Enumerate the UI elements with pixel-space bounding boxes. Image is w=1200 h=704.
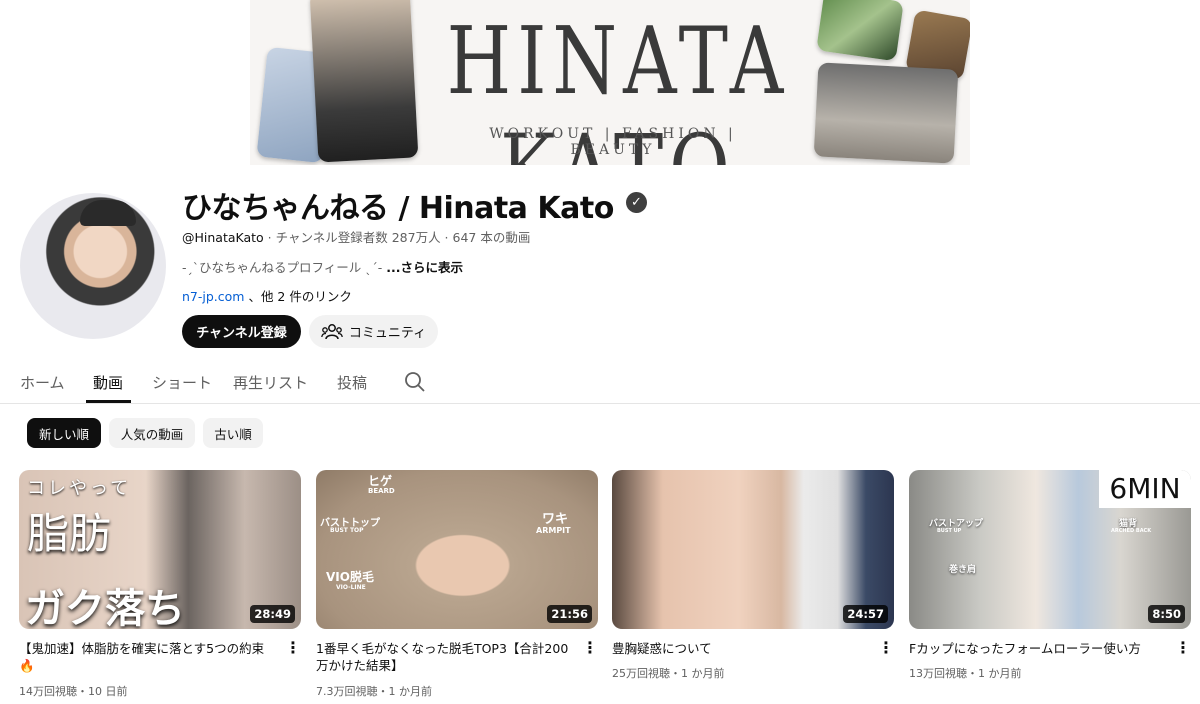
video-thumbnail[interactable]: ヒゲ BEARD バストトップ BUST TOP ワキ ARMPIT VIO脱毛…	[316, 470, 598, 629]
channel-handle: @HinataKato	[182, 230, 264, 245]
thumbnail-caption: 巻き肩	[949, 565, 977, 575]
thumbnail-caption: ARMPIT	[536, 526, 571, 535]
search-icon[interactable]	[404, 371, 426, 393]
avatar-cap-decoration	[80, 200, 136, 226]
thumbnail-caption: BUST UP	[937, 528, 962, 534]
video-duration: 24:57	[843, 605, 888, 623]
video-duration: 28:49	[250, 605, 295, 623]
tab-playlists[interactable]: 再生リスト	[233, 372, 308, 393]
video-card[interactable]: 24:57 豊胸疑惑について ⋮ 25万回視聴・1 か月前	[612, 470, 894, 680]
thumbnail-caption: ワキ	[542, 512, 569, 527]
thumbnail-caption: 脂肪	[27, 509, 112, 558]
external-link[interactable]: n7-jp.com	[182, 289, 244, 304]
chip-oldest[interactable]: 古い順	[203, 418, 263, 448]
video-thumbnail[interactable]: 6MIN バストアップ BUST UP 猫背 ARCHED BACK 巻き肩 8…	[909, 470, 1191, 629]
video-card[interactable]: コレやって 脂肪 ガク落ち 28:49 【鬼加速】体脂肪を確実に落とす5つの約束…	[19, 470, 301, 698]
channel-banner: HINATA KATO WORKOUT | FASHION | BEAUTY	[250, 0, 970, 165]
channel-name: ひなちゃんねる / Hinata Kato	[182, 191, 614, 226]
video-card[interactable]: ヒゲ BEARD バストトップ BUST TOP ワキ ARMPIT VIO脱毛…	[316, 470, 598, 698]
tab-shorts[interactable]: ショート	[152, 372, 212, 393]
more-options-icon[interactable]: ⋮	[285, 640, 301, 656]
show-more-link[interactable]: ...さらに表示	[386, 260, 463, 275]
thumbnail-caption: 6MIN	[1099, 470, 1191, 508]
video-title[interactable]: 豊胸疑惑について	[612, 640, 870, 657]
video-duration: 21:56	[547, 605, 592, 623]
video-duration: 8:50	[1148, 605, 1185, 623]
channel-meta: @HinataKato · チャンネル登録者数 287万人 · 647 本の動画	[182, 227, 530, 246]
channel-links: n7-jp.com 、他 2 件のリンク	[182, 286, 352, 305]
thumbnail-caption: ARCHED BACK	[1111, 528, 1152, 534]
tab-home[interactable]: ホーム	[20, 372, 65, 393]
video-title[interactable]: Fカップになったフォームローラー使い方	[909, 640, 1167, 657]
thumbnail-caption: VIO-LINE	[336, 584, 366, 591]
video-title[interactable]: 1番早く毛がなくなった脱毛TOP3【合計200万かけた結果】	[316, 640, 574, 674]
thumbnail-caption: ガク落ち	[25, 586, 185, 629]
thumbnail-caption: BEARD	[368, 487, 395, 495]
chip-popular[interactable]: 人気の動画	[109, 418, 195, 448]
video-card[interactable]: 6MIN バストアップ BUST UP 猫背 ARCHED BACK 巻き肩 8…	[909, 470, 1191, 680]
channel-description[interactable]: -ˏˋひなちゃんねるプロフィール ˎˊ- ...さらに表示	[182, 257, 463, 276]
more-options-icon[interactable]: ⋮	[582, 640, 598, 656]
video-thumbnail[interactable]: コレやって 脂肪 ガク落ち 28:49	[19, 470, 301, 629]
tab-videos[interactable]: 動画	[93, 372, 123, 393]
banner-photo-salad	[816, 0, 904, 62]
banner-photo-workout	[309, 0, 419, 163]
banner-subtitle: WORKOUT | FASHION | BEAUTY	[489, 126, 737, 158]
community-button[interactable]: コミュニティ	[309, 315, 438, 348]
more-options-icon[interactable]: ⋮	[878, 640, 894, 656]
video-meta: 14万回視聴・10 日前	[19, 685, 128, 698]
community-label: コミュニティ	[348, 326, 427, 341]
more-links-text[interactable]: 、他 2 件のリンク	[244, 289, 351, 304]
subscribe-button[interactable]: チャンネル登録	[182, 315, 301, 348]
thumbnail-caption: BUST TOP	[330, 527, 364, 534]
tab-posts[interactable]: 投稿	[337, 372, 367, 393]
verified-check-icon: ✓	[626, 192, 647, 213]
video-thumbnail[interactable]: 24:57	[612, 470, 894, 629]
video-title[interactable]: 【鬼加速】体脂肪を確実に落とす5つの約束🔥	[19, 640, 277, 674]
thumbnail-caption: VIO脱毛	[326, 570, 374, 584]
active-tab-indicator	[86, 400, 131, 403]
chip-newest[interactable]: 新しい順	[27, 418, 101, 448]
video-meta: 25万回視聴・1 か月前	[612, 667, 725, 680]
description-text: -ˏˋひなちゃんねるプロフィール ˎˊ-	[182, 260, 387, 275]
channel-stats: · チャンネル登録者数 287万人 · 647 本の動画	[263, 230, 531, 245]
channel-tabs: ホーム 動画 ショート 再生リスト 投稿	[0, 362, 1200, 404]
thumbnail-caption: コレやって	[27, 478, 132, 499]
banner-photo-stretch	[813, 62, 959, 164]
more-options-icon[interactable]: ⋮	[1175, 640, 1191, 656]
video-meta: 13万回視聴・1 か月前	[909, 667, 1022, 680]
video-meta: 7.3万回視聴・1 か月前	[316, 685, 432, 698]
people-icon	[321, 323, 343, 339]
